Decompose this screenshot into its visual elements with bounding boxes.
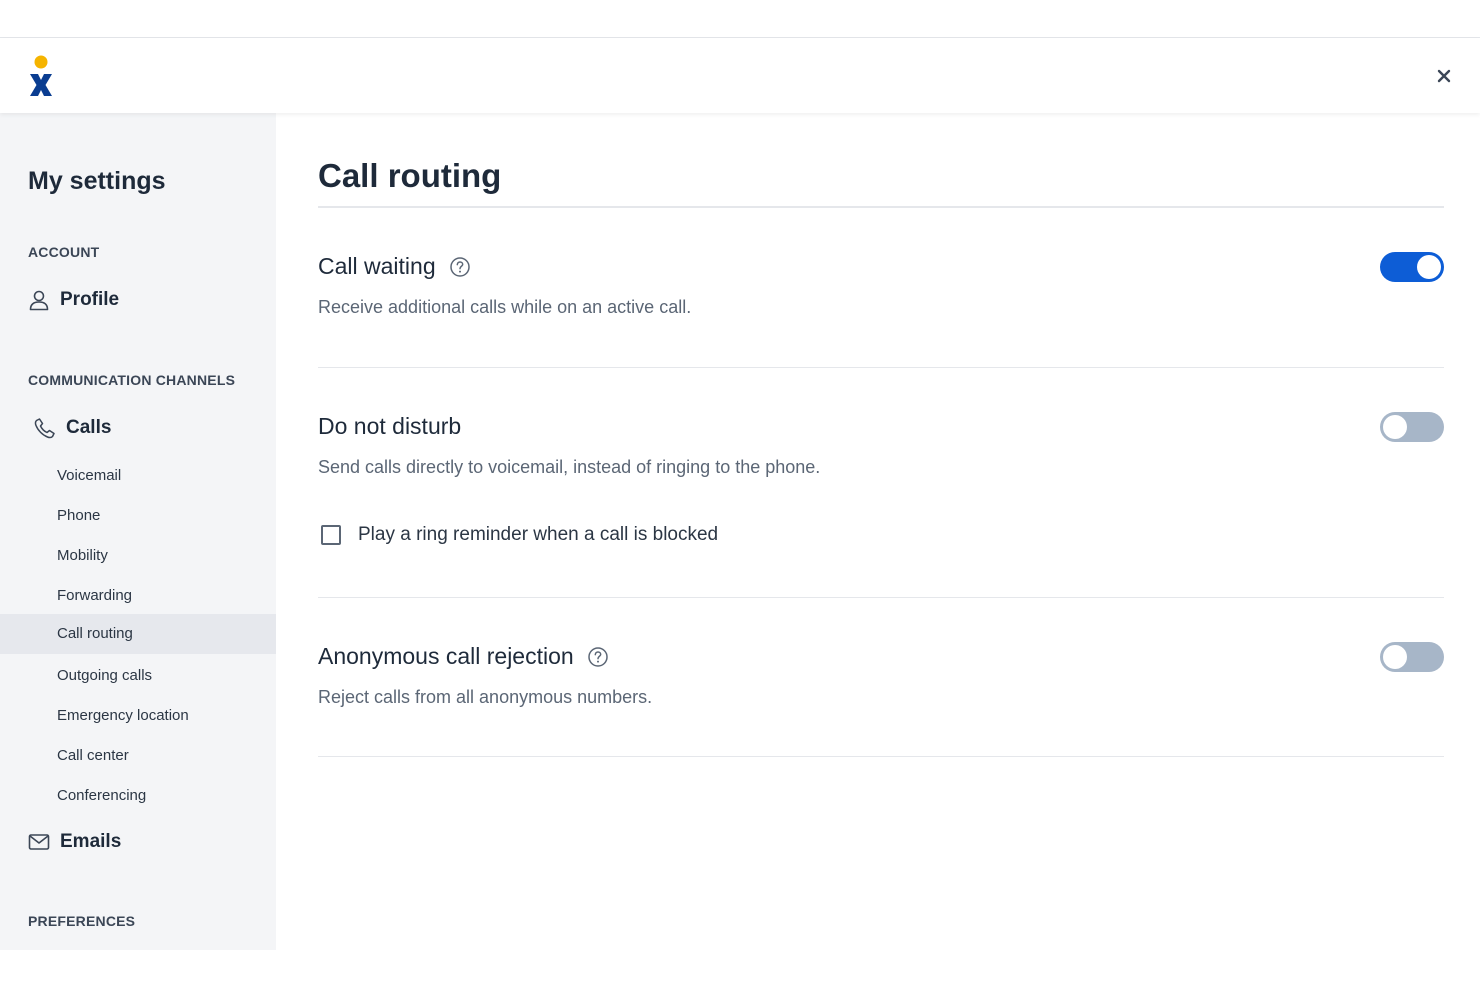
call-waiting-title: Call waiting [318, 253, 471, 280]
help-icon[interactable] [449, 256, 471, 278]
section-divider [318, 756, 1444, 757]
toggle-knob [1383, 645, 1407, 669]
setting-title-text: Anonymous call rejection [318, 643, 574, 669]
sidebar-item-outgoing-calls[interactable]: Outgoing calls [0, 656, 276, 696]
mail-icon [28, 831, 50, 853]
anonymous-call-rejection-title: Anonymous call rejection [318, 643, 609, 670]
app-header [0, 38, 1480, 113]
anonymous-call-rejection-description: Reject calls from all anonymous numbers. [318, 687, 653, 707]
sidebar-item-emails[interactable]: Emails [28, 828, 121, 856]
sidebar-item-label: Emails [60, 831, 122, 852]
phone-icon [34, 417, 56, 439]
page-title: Call routing [318, 157, 502, 194]
sidebar-item-profile[interactable]: Profile [28, 286, 119, 314]
sidebar-item-label: Profile [60, 289, 120, 310]
anonymous-call-rejection-toggle[interactable] [1380, 642, 1444, 672]
sidebar-item-call-center[interactable]: Call center [0, 736, 276, 776]
toggle-knob [1417, 255, 1441, 279]
setting-title-text: Call waiting [318, 253, 436, 279]
sidebar-item-mobility[interactable]: Mobility [0, 536, 276, 576]
call-waiting-description: Receive additional calls while on an act… [318, 297, 692, 317]
ring-reminder-option[interactable]: Play a ring reminder when a call is bloc… [321, 524, 718, 546]
sidebar-item-conferencing[interactable]: Conferencing [0, 776, 276, 816]
sidebar-item-label: Calls [66, 417, 112, 438]
section-divider [318, 367, 1444, 368]
sidebar-item-forwarding[interactable]: Forwarding [0, 576, 276, 616]
user-icon [28, 289, 50, 311]
ring-reminder-checkbox[interactable] [321, 525, 341, 545]
section-divider [318, 597, 1444, 598]
help-icon[interactable] [587, 646, 609, 668]
sidebar-item-voicemail[interactable]: Voicemail [0, 456, 276, 496]
section-label-preferences: PREFERENCES [28, 913, 136, 929]
section-label-account: ACCOUNT [28, 244, 100, 260]
ring-reminder-label: Play a ring reminder when a call is bloc… [358, 524, 719, 545]
sidebar-item-call-routing[interactable]: Call routing [0, 614, 276, 654]
sidebar-item-calls[interactable]: Calls [34, 414, 111, 442]
settings-sidebar: My settings ACCOUNT Profile COMMUNICATIO… [0, 113, 276, 950]
sidebar-title: My settings [28, 167, 166, 195]
close-button[interactable] [1432, 64, 1456, 88]
do-not-disturb-description: Send calls directly to voicemail, instea… [318, 457, 821, 477]
app-logo [26, 54, 56, 98]
title-divider [318, 206, 1444, 208]
section-label-communication: COMMUNICATION CHANNELS [28, 372, 236, 388]
call-waiting-toggle[interactable] [1380, 252, 1444, 282]
sidebar-item-emergency-location[interactable]: Emergency location [0, 696, 276, 736]
do-not-disturb-title: Do not disturb [318, 413, 461, 440]
sidebar-item-phone[interactable]: Phone [0, 496, 276, 536]
do-not-disturb-toggle[interactable] [1380, 412, 1444, 442]
top-strip [0, 0, 1480, 38]
toggle-knob [1383, 415, 1407, 439]
setting-title-text: Do not disturb [318, 413, 462, 439]
close-icon [1437, 69, 1451, 83]
